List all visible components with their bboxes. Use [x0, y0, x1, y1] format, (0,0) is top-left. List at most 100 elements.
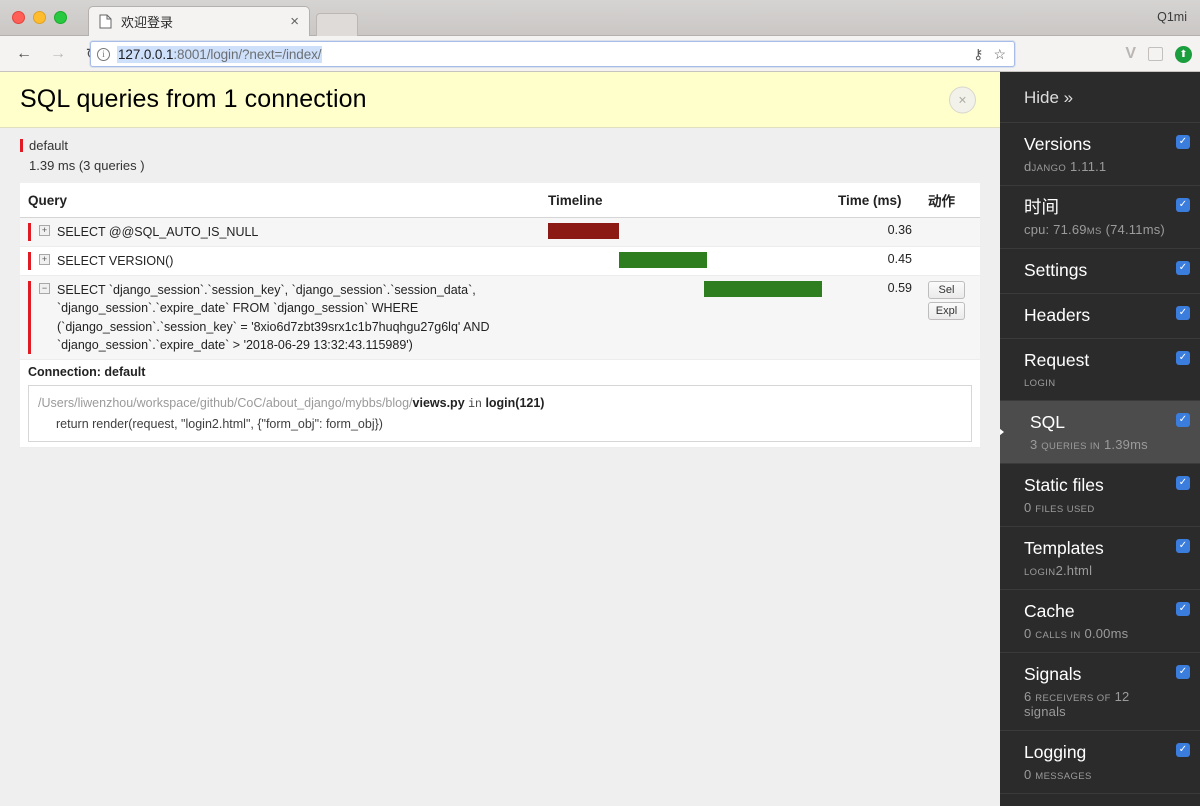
timeline-track	[548, 223, 822, 239]
sidebar-item-[interactable]: 时间 CPU: 71.69ms (74.11ms) ✓	[1000, 186, 1200, 249]
panel-enabled-checkbox[interactable]: ✓	[1176, 260, 1190, 275]
address-bar[interactable]: i 127.0.0.1:8001/login/?next=/index/ ⚷ ☆	[90, 41, 1015, 67]
sidebar-item-signals[interactable]: Signals 6 RECEIVERS OF 12 SIGNALS ✓	[1000, 653, 1200, 731]
expand-toggle-button[interactable]: +	[39, 254, 50, 266]
expand-toggle-button[interactable]: +	[39, 225, 50, 236]
url-text[interactable]: 127.0.0.1:8001/login/?next=/index/	[117, 45, 323, 63]
stack-trace-in: in	[468, 397, 482, 411]
panel-enabled-checkbox[interactable]: ✓	[1176, 539, 1190, 554]
sidebar-item-subtitle: LOGIN	[1024, 374, 1166, 389]
browser-tab-bar: 欢迎登录 × Q1mi	[0, 0, 1200, 36]
grid-extension-icon[interactable]	[1148, 47, 1163, 61]
subtitle-small: QUERIES IN	[1041, 441, 1101, 453]
table-row: + SELECT @@SQL_AUTO_IS_NULL 0.36	[20, 217, 980, 248]
sidebar-item-label: Versions	[1024, 134, 1092, 154]
panel-enabled-checkbox[interactable]: ✓	[1176, 197, 1190, 212]
sidebar-item-label: Cache	[1024, 601, 1075, 621]
sidebar-item-templates[interactable]: Templates LOGIN2.HTML ✓	[1000, 527, 1200, 590]
forward-button[interactable]: →	[44, 40, 72, 68]
query-sql-text[interactable]: SELECT VERSION()	[57, 252, 173, 270]
expand-toggle-button[interactable]: −	[39, 283, 50, 295]
sidebar-item-headers[interactable]: Headers ✓	[1000, 294, 1200, 339]
subtitle-prefix: 0	[1024, 625, 1036, 641]
sidebar-item-settings[interactable]: Settings ✓	[1000, 249, 1200, 294]
query-detail-cell: Connection: default/Users/liwenzhou/work…	[20, 359, 980, 449]
subtitle-suffix: 1.39ms	[1100, 437, 1148, 453]
timeline-bar[interactable]	[548, 223, 620, 239]
query-time-value: 0.45	[887, 252, 912, 267]
query-cell: − SELECT `django_session`.`session_key`, …	[20, 275, 540, 360]
close-tab-button[interactable]: ×	[284, 14, 299, 29]
subtitle-prefix: CPU: 71.69	[1024, 221, 1087, 237]
hide-toolbar-button[interactable]: Hide »	[1000, 72, 1200, 123]
site-info-icon[interactable]: i	[97, 47, 110, 61]
sidebar-item-request[interactable]: Request LOGIN ✓	[1000, 339, 1200, 402]
debug-toolbar-sidebar: Hide » Versions Django 1.11.1 ✓ 时间 CPU: 71.6…	[1000, 72, 1200, 806]
query-sql-text[interactable]: SELECT @@SQL_AUTO_IS_NULL	[57, 223, 258, 241]
query-sql-text[interactable]: SELECT `django_session`.`session_key`, `…	[57, 281, 532, 354]
subtitle-suffix: 1.11.1	[1066, 158, 1107, 174]
browser-tab[interactable]: 欢迎登录 ×	[88, 6, 310, 36]
panel-enabled-checkbox[interactable]: ✓	[1176, 135, 1190, 149]
sidebar-item-logging[interactable]: Logging 0 MESSAGES ✓	[1000, 731, 1200, 794]
vimium-extension-icon[interactable]: V	[1125, 45, 1136, 63]
page-title: SQL queries from 1 connection	[20, 85, 367, 113]
subtitle-small: LOGIN	[1024, 378, 1056, 390]
sidebar-item-label: Templates	[1024, 538, 1104, 559]
sidebar-item-cache[interactable]: Cache 0 CALLS IN 0.00ms ✓	[1000, 590, 1200, 653]
inactive-tab[interactable]	[316, 13, 358, 36]
panel-enabled-checkbox[interactable]: ✓	[1176, 413, 1190, 428]
minimize-window-button[interactable]	[33, 11, 46, 24]
sidebar-item-label: Signals	[1024, 663, 1082, 684]
upload-extension-icon[interactable]: ⬆	[1175, 45, 1192, 63]
timeline-track	[548, 281, 822, 298]
sql-panel-body: default 1.39 ms (3 queries ) Query Timel…	[0, 128, 1000, 806]
column-header-time: Time (ms)	[830, 183, 920, 218]
maximize-window-button[interactable]	[54, 11, 67, 24]
panel-enabled-checkbox[interactable]: ✓	[1176, 476, 1190, 491]
panel-enabled-checkbox[interactable]: ✓	[1176, 742, 1190, 757]
active-panel-caret-icon	[1000, 421, 1004, 444]
action-cell: Sel Expl	[920, 275, 980, 360]
sidebar-item-static-files[interactable]: Static files 0 FILES USED ✓	[1000, 464, 1200, 528]
timeline-bar[interactable]	[704, 281, 822, 298]
subtitle-prefix: 0	[1024, 500, 1036, 516]
bookmark-star-icon[interactable]: ☆	[993, 46, 1006, 63]
panel-enabled-checkbox[interactable]: ✓	[1176, 602, 1190, 616]
subtitle-small: ms	[1086, 225, 1102, 237]
tab-title: 欢迎登录	[121, 15, 174, 30]
sql-panel-header: SQL queries from 1 connection ×	[0, 72, 1000, 128]
sidebar-item-subtitle: Django 1.11.1	[1024, 159, 1166, 174]
sidebar-item-label: 时间	[1024, 196, 1059, 217]
subtitle-prefix: 0	[1024, 766, 1036, 782]
browser-toolbar: ← → ↻ i 127.0.0.1:8001/login/?next=/inde…	[0, 36, 1200, 72]
password-key-icon[interactable]: ⚷	[973, 46, 983, 63]
panel-enabled-checkbox[interactable]: ✓	[1176, 305, 1190, 320]
action-cell	[920, 217, 980, 248]
query-color-swatch	[28, 223, 31, 242]
sidebar-item-intercept-redirects[interactable]: Intercept redirects	[1000, 794, 1200, 806]
timeline-bar[interactable]	[619, 252, 707, 269]
explain-query-button[interactable]: Expl	[928, 302, 965, 321]
subtitle-small: jango	[1031, 162, 1067, 174]
column-header-timeline: Timeline	[540, 183, 830, 218]
subtitle-prefix: 3	[1030, 437, 1042, 453]
sidebar-item-sql[interactable]: SQL 3 QUERIES IN 1.39ms ✓	[1000, 401, 1200, 465]
stack-trace-file: views.py	[412, 395, 465, 410]
select-query-button[interactable]: Sel	[928, 281, 965, 300]
column-header-query: Query	[20, 183, 540, 218]
sidebar-item-versions[interactable]: Versions Django 1.11.1 ✓	[1000, 123, 1200, 186]
sidebar-item-label: Request	[1024, 349, 1090, 370]
time-cell: 0.59	[830, 275, 920, 360]
panel-enabled-checkbox[interactable]: ✓	[1176, 350, 1190, 365]
close-window-button[interactable]	[12, 11, 25, 24]
subtitle-small: LOGIN	[1024, 567, 1056, 578]
timeline-track	[548, 252, 822, 269]
connection-name: default	[29, 138, 69, 153]
time-cell: 0.45	[830, 246, 920, 277]
back-button[interactable]: ←	[10, 40, 38, 68]
sidebar-item-label: SQL	[1030, 412, 1066, 433]
window-traffic-lights	[12, 11, 67, 24]
panel-enabled-checkbox[interactable]: ✓	[1176, 664, 1190, 679]
close-panel-button[interactable]: ×	[949, 86, 976, 113]
